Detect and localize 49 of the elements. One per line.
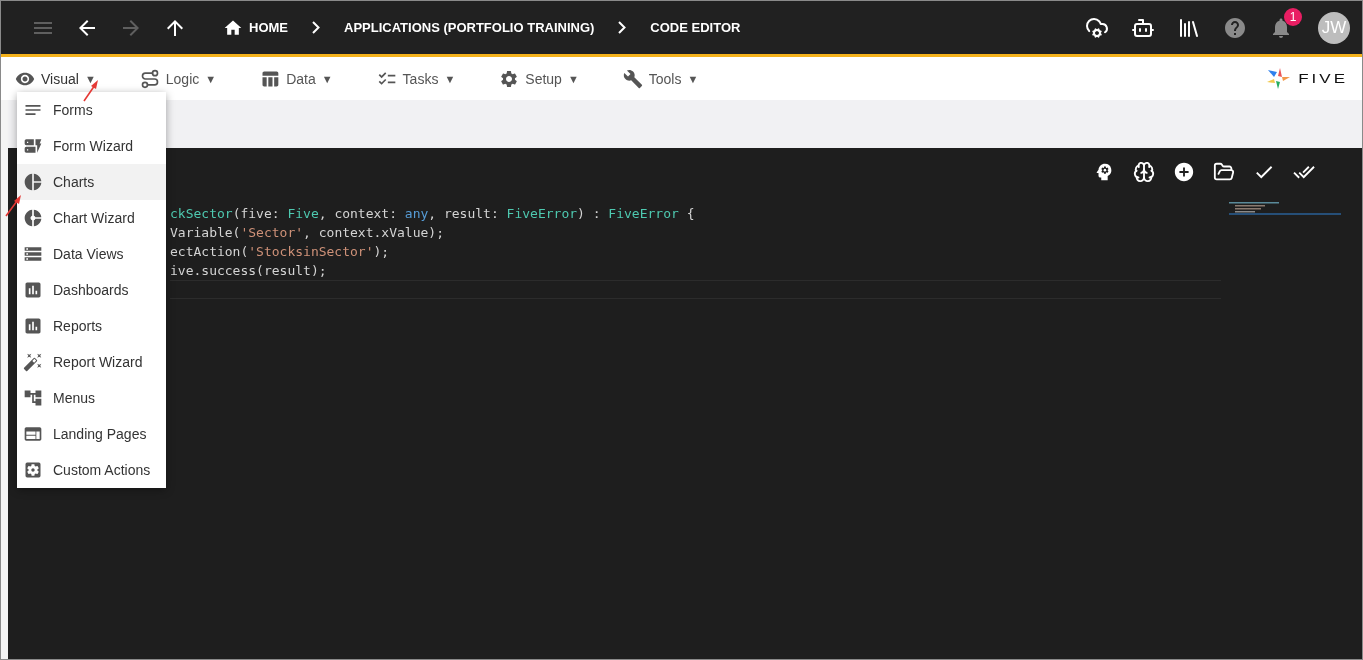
folder-open-icon bbox=[1213, 161, 1235, 183]
chevron-icon bbox=[618, 21, 627, 34]
dropdown-item[interactable]: Custom Actions bbox=[17, 452, 166, 488]
magic-wand-icon bbox=[23, 352, 43, 372]
form-bolt-icon bbox=[23, 136, 43, 156]
code-line: Variable('Sector', context.xValue); bbox=[170, 224, 445, 242]
code-line: ive.success(result); bbox=[170, 262, 328, 280]
dropdown-item[interactable]: Landing Pages bbox=[17, 416, 166, 452]
dropdown-item[interactable]: Form Wizard bbox=[17, 128, 166, 164]
code-line: ckSector(five: Five, context: any, result: FiveError) : FiveError { bbox=[170, 205, 696, 223]
breadcrumb-link[interactable]: APPLICATIONS (PORTFOLIO TRAINING) bbox=[344, 20, 595, 35]
route-icon bbox=[139, 68, 160, 89]
dropdown-item[interactable]: Dashboards bbox=[17, 272, 166, 308]
dropdown-item[interactable]: Chart Wizard bbox=[17, 200, 166, 236]
database-icon bbox=[23, 244, 43, 264]
browser-window-icon bbox=[23, 424, 43, 444]
annotation-arrow bbox=[4, 194, 24, 218]
donut-chart-icon bbox=[23, 208, 43, 228]
menu-bar-item[interactable]: Setup ▼ bbox=[499, 68, 579, 89]
menu-bar-item[interactable]: Tasks ▼ bbox=[376, 68, 456, 89]
menu-bar-item[interactable]: Visual ▼ bbox=[15, 68, 96, 89]
bar-chart-icon bbox=[23, 280, 43, 300]
chevron-icon bbox=[312, 21, 320, 34]
menu-bar-item[interactable]: Logic ▼ bbox=[139, 68, 217, 89]
five-logo: FIVE bbox=[1266, 67, 1348, 90]
cloud-gear-button[interactable] bbox=[1085, 15, 1109, 40]
dropdown-item[interactable]: Reports bbox=[17, 308, 166, 344]
notification-badge: 1 bbox=[1284, 7, 1302, 26]
pie-chart-icon bbox=[23, 172, 43, 192]
dropdown-item[interactable]: Charts bbox=[17, 164, 166, 200]
brain-icon bbox=[1133, 161, 1155, 183]
breadcrumb-link[interactable]: HOME bbox=[223, 17, 288, 38]
brain-button[interactable] bbox=[1132, 160, 1156, 184]
help-icon bbox=[1223, 15, 1247, 40]
cloud-gear-icon bbox=[1085, 15, 1109, 40]
gear-window-icon bbox=[23, 460, 43, 480]
add-button[interactable] bbox=[1172, 160, 1196, 184]
dropdown-item[interactable]: Data Views bbox=[17, 236, 166, 272]
code-line: ectAction('StocksinSector'); bbox=[170, 243, 391, 261]
dropdown-item[interactable]: Menus bbox=[17, 380, 166, 416]
menu-bar-item[interactable]: Tools ▼ bbox=[622, 68, 699, 89]
settings-icon bbox=[499, 68, 520, 89]
menu-bar-item[interactable]: Data ▼ bbox=[260, 68, 333, 89]
tools-icon bbox=[622, 68, 643, 89]
tree-icon bbox=[23, 388, 43, 408]
breadcrumb-link[interactable]: CODE EDITOR bbox=[650, 20, 741, 35]
dropdown-item[interactable]: Forms bbox=[17, 92, 166, 128]
dropdown-item[interactable]: Report Wizard bbox=[17, 344, 166, 380]
add-icon bbox=[1173, 161, 1195, 183]
